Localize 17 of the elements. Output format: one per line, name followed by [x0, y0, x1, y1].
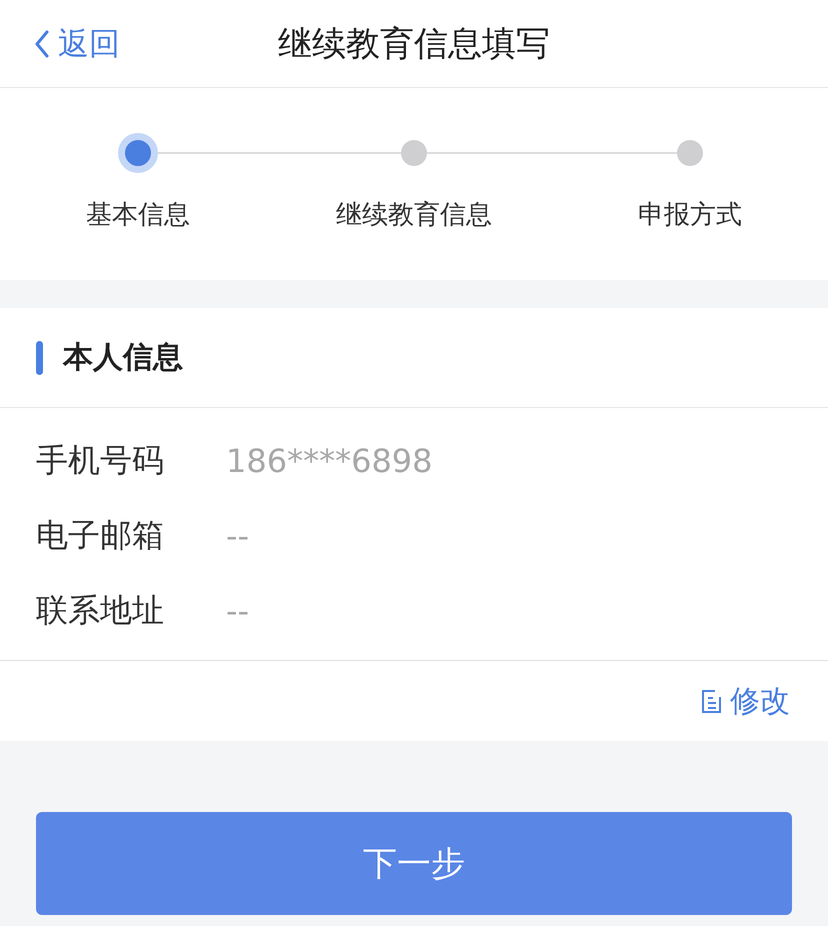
next-step-button[interactable]: 下一步	[36, 812, 792, 915]
page-title: 继续教育信息填写	[278, 22, 550, 66]
step-label: 申报方式	[638, 199, 742, 232]
field-label: 联系地址	[36, 590, 165, 630]
field-label: 电子邮箱	[36, 514, 165, 556]
field-value: --	[226, 516, 250, 554]
step-label: 基本信息	[86, 199, 190, 232]
edit-icon	[700, 688, 724, 714]
field-value: --	[226, 592, 250, 630]
back-icon	[34, 30, 50, 58]
section-title: 本人信息	[63, 339, 183, 377]
back-link[interactable]: 返回	[34, 22, 120, 64]
edit-link[interactable]: 修改	[700, 680, 790, 722]
section-marker	[36, 340, 43, 374]
step-label: 继续教育信息	[336, 199, 492, 232]
field-value: 186****6898	[226, 442, 433, 480]
field-label: 手机号码	[36, 440, 165, 480]
